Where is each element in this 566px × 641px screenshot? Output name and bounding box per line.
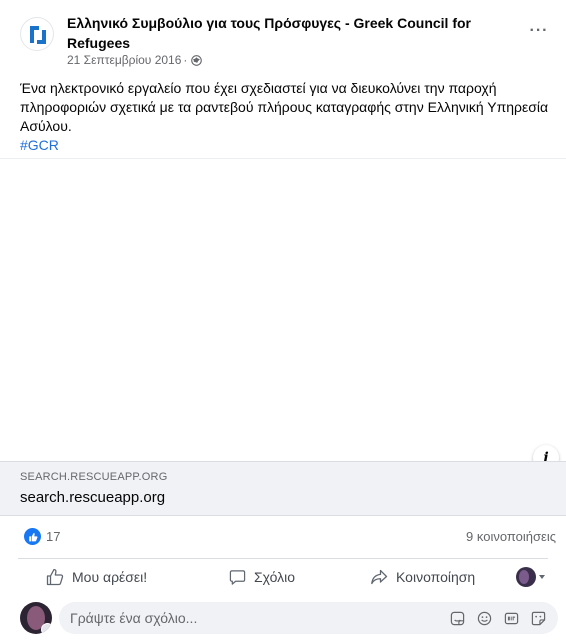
- more-options-button[interactable]: ···: [524, 20, 554, 42]
- comment-button[interactable]: Σχόλιο: [229, 562, 295, 592]
- actions-bar: Μου αρέσει! Σχόλιο Κοινοποίηση: [0, 559, 566, 595]
- comment-composer: [0, 600, 566, 641]
- react-as-selector[interactable]: [516, 567, 545, 587]
- share-button[interactable]: Κοινοποίηση: [370, 562, 475, 592]
- post-header: Ελληνικό Συμβούλιο για τους Πρόσφυγες - …: [0, 0, 566, 78]
- emoji-icon[interactable]: [476, 610, 492, 626]
- globe-icon: [191, 54, 203, 66]
- gcr-logo-icon: [30, 26, 46, 44]
- link-preview[interactable]: SEARCH.RESCUEAPP.ORG search.rescueapp.or…: [0, 461, 566, 516]
- sticker-icon[interactable]: [449, 610, 465, 626]
- page-logo[interactable]: [20, 17, 54, 51]
- meta-separator: ·: [183, 53, 188, 67]
- post-meta: 21 Σεπτεμβρίου 2016 ·: [67, 52, 203, 68]
- share-button-label: Κοινοποίηση: [396, 569, 476, 585]
- post-text: Ένα ηλεκτρονικό εργαλείο που έχει σχεδια…: [20, 80, 549, 134]
- thumbs-up-icon[interactable]: [24, 528, 41, 545]
- comment-tools: [449, 609, 546, 627]
- like-button-label: Μου αρέσει!: [72, 569, 148, 585]
- comment-button-label: Σχόλιο: [254, 569, 296, 585]
- share-arrow-icon: [371, 569, 388, 585]
- like-button[interactable]: Μου αρέσει!: [46, 562, 147, 592]
- link-title: search.rescueapp.org: [20, 489, 166, 506]
- speech-bubble-icon: [229, 569, 246, 585]
- sticker-face-icon[interactable]: [530, 610, 546, 626]
- reaction-count[interactable]: 17: [46, 529, 60, 544]
- link-domain: SEARCH.RESCUEAPP.ORG: [20, 471, 168, 483]
- reactions-bar: 17 9 κοινοποιήσεις: [0, 516, 566, 558]
- share-count[interactable]: 9 κοινοποιήσεις: [466, 529, 556, 544]
- page-name-link[interactable]: Ελληνικό Συμβούλιο για τους Πρόσφυγες - …: [67, 13, 487, 53]
- hashtag-link[interactable]: #GCR: [20, 136, 59, 154]
- thumbs-up-outline-icon: [46, 568, 64, 586]
- gif-icon[interactable]: [503, 610, 519, 626]
- post-date[interactable]: 21 Σεπτεμβρίου 2016: [67, 53, 181, 67]
- link-preview-image[interactable]: [0, 158, 566, 461]
- user-avatar[interactable]: [20, 602, 52, 634]
- chevron-down-icon: [539, 575, 545, 579]
- avatar: [516, 567, 536, 587]
